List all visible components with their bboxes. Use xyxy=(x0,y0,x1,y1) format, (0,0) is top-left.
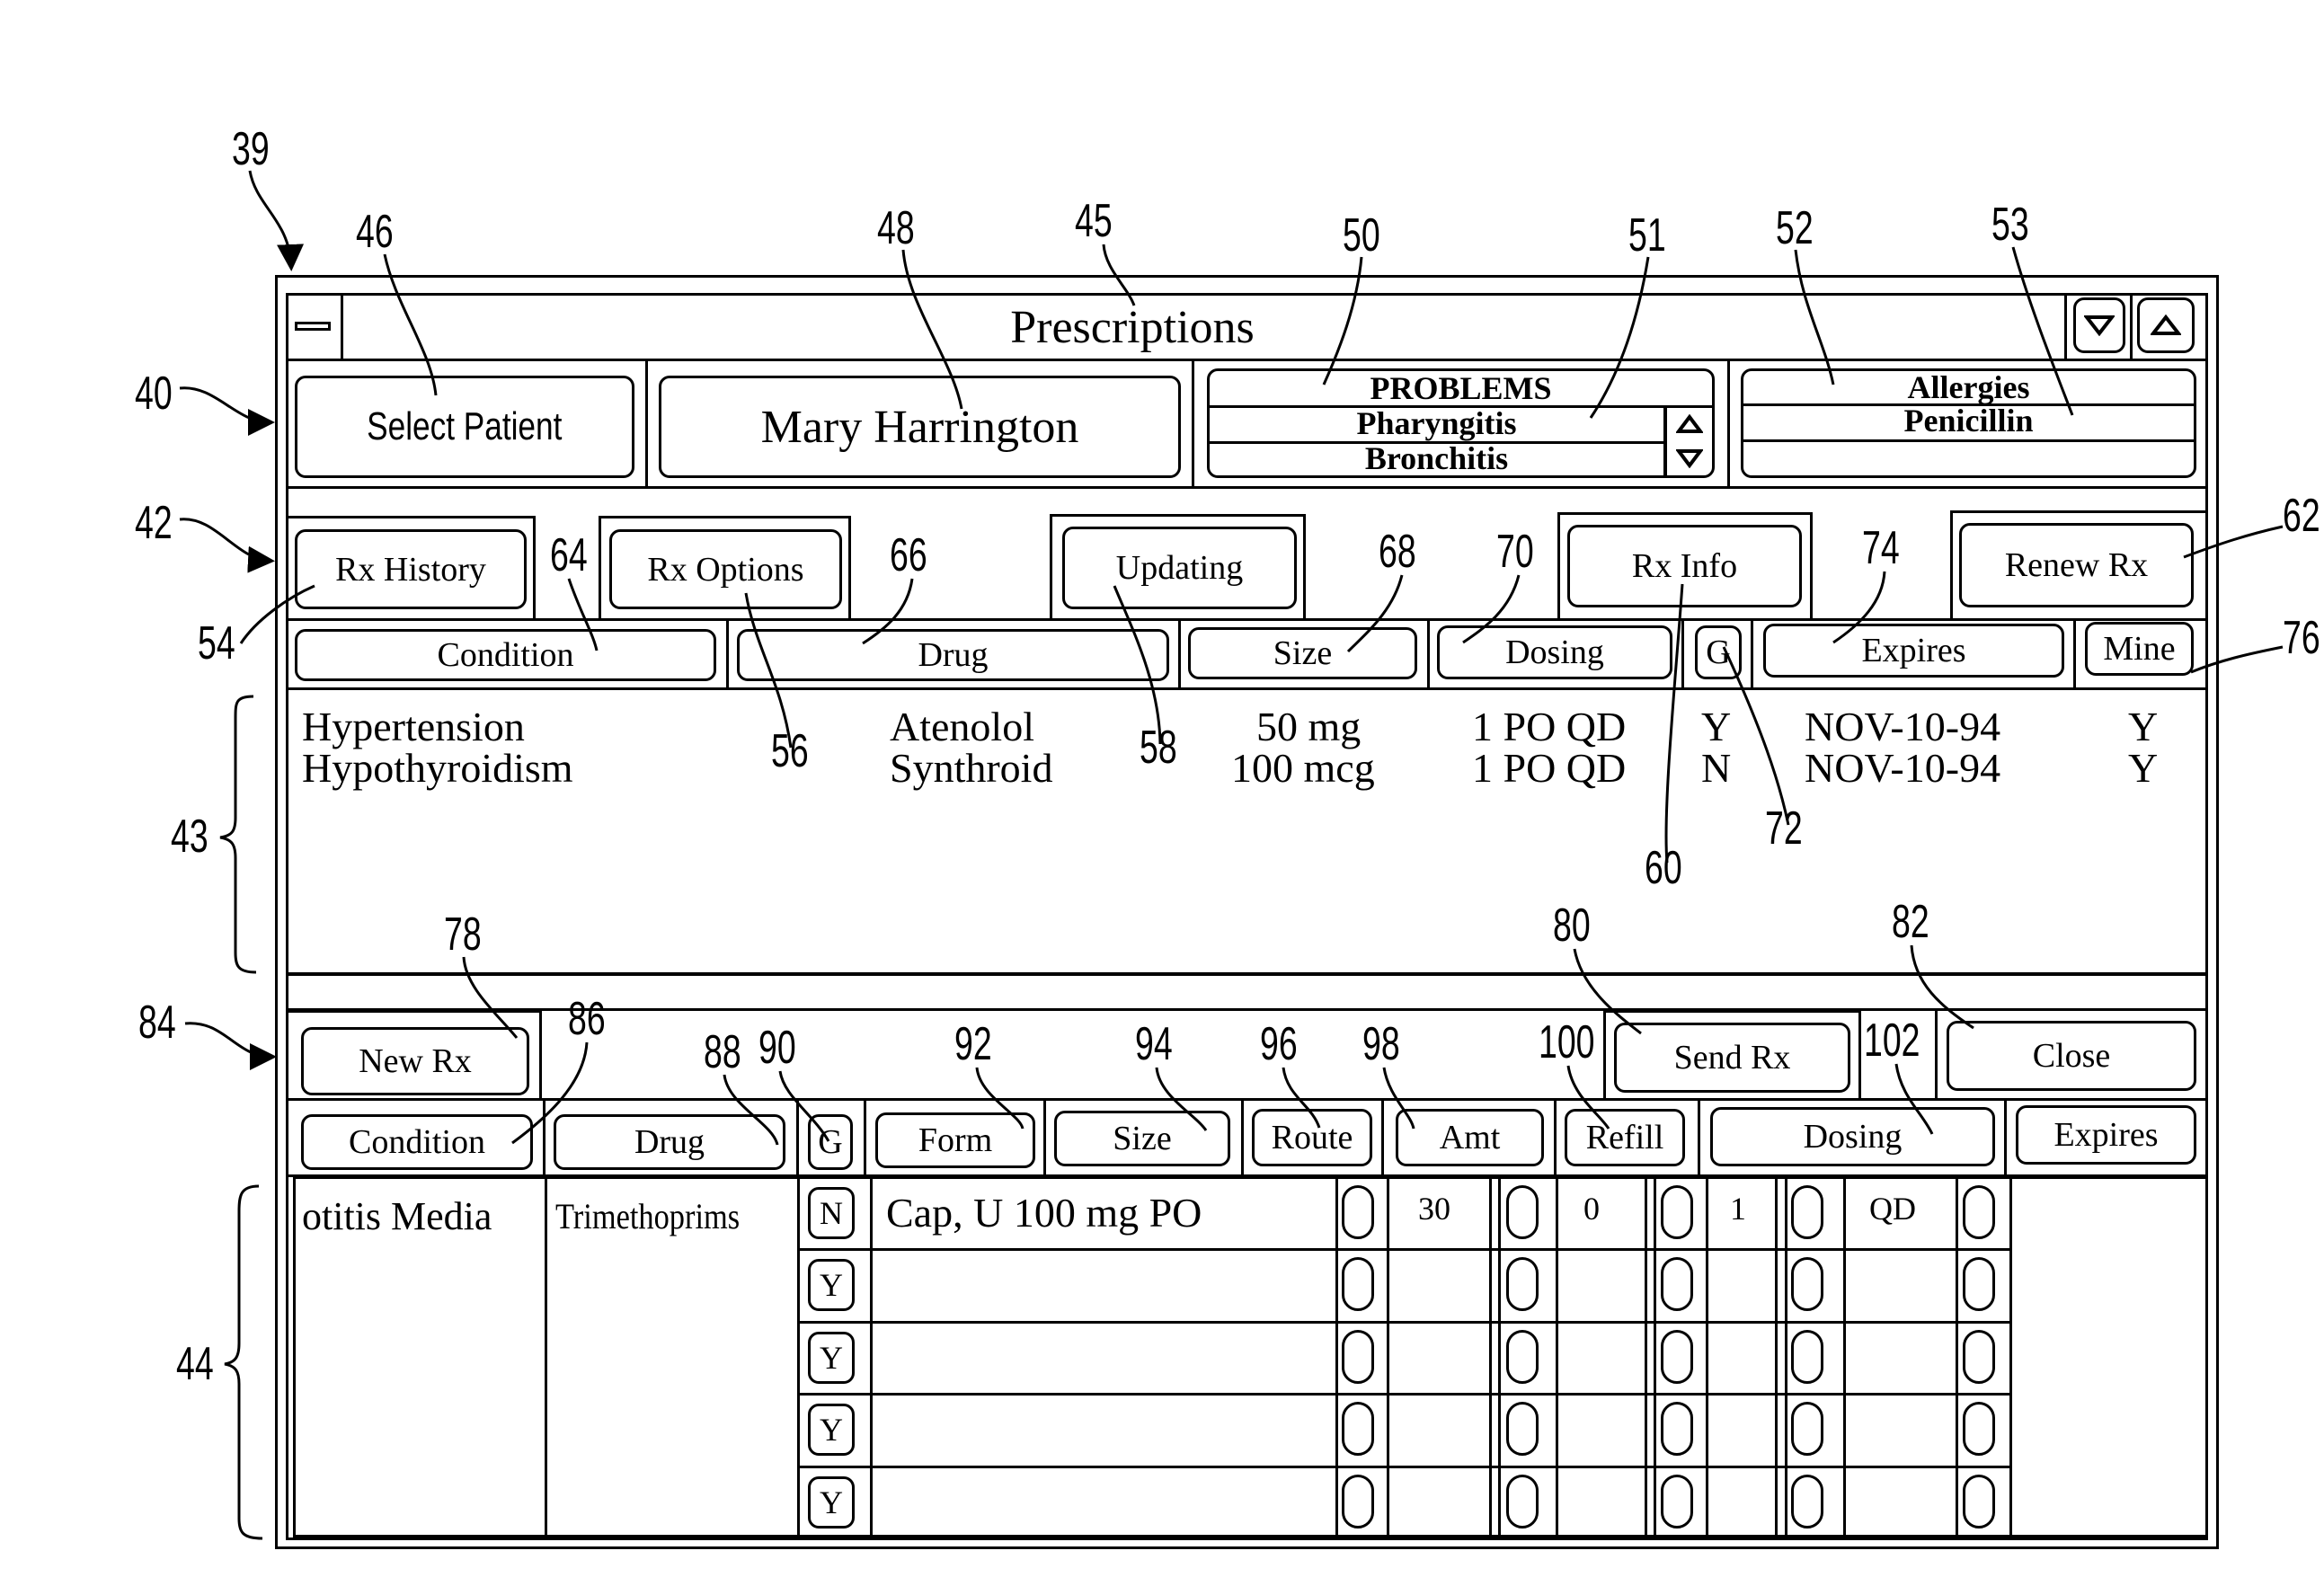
leader-54 xyxy=(239,584,315,644)
ref-92: 92 xyxy=(954,1018,992,1070)
leader-66 xyxy=(862,578,914,645)
ref-39: 39 xyxy=(232,123,270,175)
leader-94 xyxy=(1155,1067,1208,1131)
leader-68 xyxy=(1346,574,1404,653)
ref-62: 62 xyxy=(2283,490,2320,542)
leader-70 xyxy=(1462,574,1521,644)
ref-98: 98 xyxy=(1362,1018,1400,1070)
leader-76 xyxy=(2190,645,2284,674)
leader-45 xyxy=(1102,244,1136,306)
leader-42 xyxy=(179,518,275,573)
ref-78: 78 xyxy=(444,908,482,961)
ref-66: 66 xyxy=(890,529,927,581)
ref-46: 46 xyxy=(356,206,394,258)
ref-88: 88 xyxy=(704,1026,741,1078)
leader-102 xyxy=(1894,1063,1934,1135)
leader-39 xyxy=(248,170,305,271)
ref-44: 44 xyxy=(176,1338,214,1390)
ref-58: 58 xyxy=(1140,722,1177,774)
ref-68: 68 xyxy=(1379,526,1416,578)
leader-92 xyxy=(975,1067,1025,1130)
leader-86 xyxy=(511,1041,589,1145)
leader-lines xyxy=(179,170,2284,1540)
leader-51 xyxy=(1589,256,1650,419)
ref-53: 53 xyxy=(1991,199,2029,251)
ref-76: 76 xyxy=(2283,612,2320,664)
leader-90 xyxy=(778,1070,830,1142)
leader-52 xyxy=(1794,249,1835,385)
leader-46 xyxy=(383,253,438,396)
ref-51: 51 xyxy=(1628,209,1666,261)
ref-48: 48 xyxy=(877,202,915,254)
leader-100 xyxy=(1566,1065,1610,1130)
ref-64: 64 xyxy=(550,529,588,581)
ref-40: 40 xyxy=(135,368,173,420)
ref-100: 100 xyxy=(1539,1016,1595,1068)
leader-88 xyxy=(723,1074,779,1146)
ref-74: 74 xyxy=(1862,522,1900,574)
leader-58 xyxy=(1113,585,1162,745)
ref-80: 80 xyxy=(1553,899,1591,952)
ref-56: 56 xyxy=(771,725,809,777)
ref-45: 45 xyxy=(1075,195,1113,247)
ref-43: 43 xyxy=(171,811,208,863)
ref-70: 70 xyxy=(1496,526,1534,578)
leader-72 xyxy=(1722,646,1790,826)
ref-102: 102 xyxy=(1864,1015,1920,1067)
ref-52: 52 xyxy=(1776,202,1814,254)
ref-86: 86 xyxy=(568,993,606,1045)
leader-78 xyxy=(462,956,519,1039)
leader-60 xyxy=(1664,583,1684,864)
brace-44 xyxy=(224,1184,263,1540)
leader-98 xyxy=(1382,1067,1415,1130)
leader-50 xyxy=(1322,256,1363,385)
leader-53 xyxy=(2011,246,2074,416)
ref-50: 50 xyxy=(1343,209,1380,261)
ref-54: 54 xyxy=(198,617,235,669)
ref-60: 60 xyxy=(1645,842,1682,894)
ref-84: 84 xyxy=(138,997,176,1049)
ref-82: 82 xyxy=(1892,896,1929,948)
ref-42: 42 xyxy=(135,497,173,549)
leader-40 xyxy=(179,386,275,436)
leader-74 xyxy=(1832,571,1886,644)
brace-43 xyxy=(219,695,257,974)
ref-90: 90 xyxy=(758,1022,796,1074)
ref-96: 96 xyxy=(1260,1018,1298,1070)
ref-94: 94 xyxy=(1135,1018,1173,1070)
leader-64 xyxy=(567,578,599,651)
leader-62 xyxy=(2183,525,2284,559)
leader-96 xyxy=(1282,1067,1321,1129)
leader-84 xyxy=(184,1022,277,1070)
ref-72: 72 xyxy=(1765,802,1803,855)
leader-82 xyxy=(1910,944,1974,1030)
leader-48 xyxy=(901,249,963,410)
